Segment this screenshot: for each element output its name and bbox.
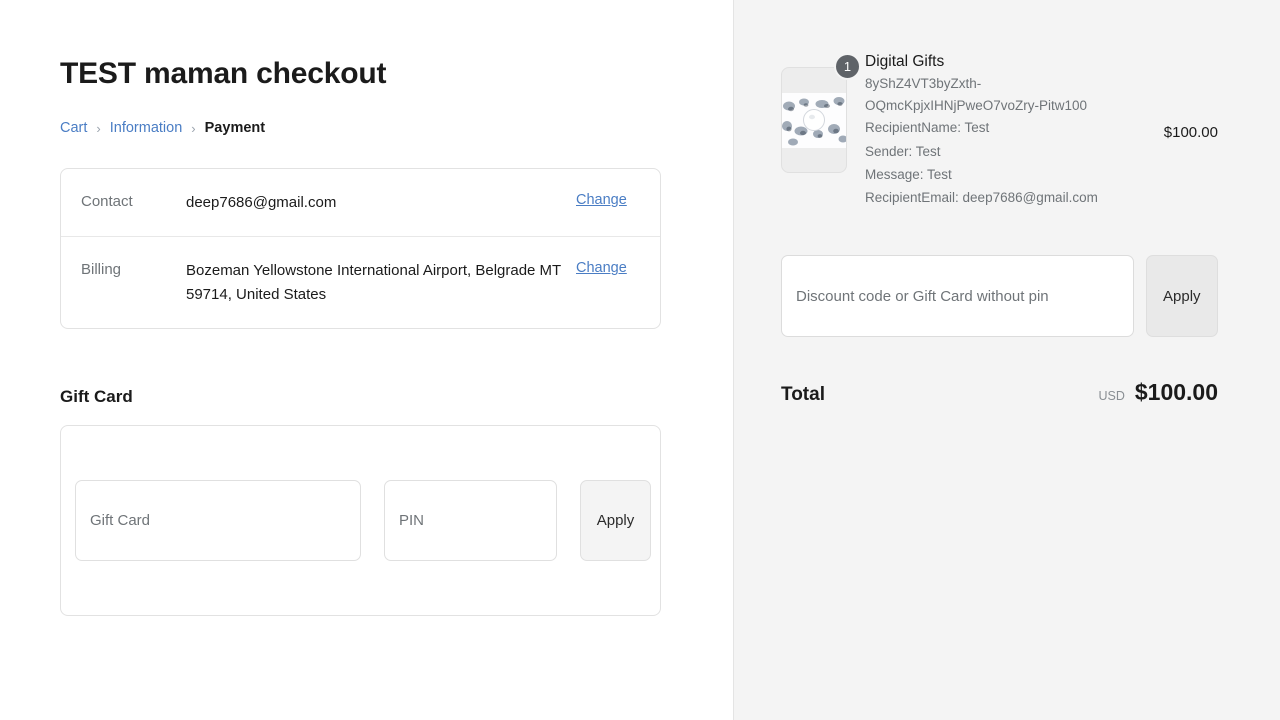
change-billing-link[interactable]: Change [566,260,627,276]
billing-row: Billing Bozeman Yellowstone Internationa… [61,236,660,328]
product-image [782,92,846,148]
product-thumbnail [781,67,847,173]
checkout-page: TEST maman checkout Cart › Information ›… [0,0,1280,720]
chevron-right-icon: › [96,120,101,136]
breadcrumb-item-payment: Payment [204,120,266,136]
gift-card-pin-placeholder: PIN [399,511,425,529]
order-info-card: Contact deep7686@gmail.com Change Billin… [60,168,661,329]
product-property-recipient-email: RecipientEmail: deep7686@gmail.com [865,190,1098,206]
change-contact-link[interactable]: Change [566,192,627,208]
contact-row: Contact deep7686@gmail.com Change [61,169,660,236]
total-label: Total [781,384,825,406]
chevron-right-icon: › [191,120,196,136]
gift-card-apply-button[interactable]: Apply [580,479,651,561]
discount-row: Discount code or Gift Card without pin A… [781,255,1218,338]
billing-value: Bozeman Yellowstone International Airpor… [186,262,561,303]
product-property-sender: Sender: Test [865,143,941,159]
total-currency: USD [1098,389,1125,404]
total-row: Total USD $100.00 [781,379,1218,406]
line-item-price: $100.00 [1163,124,1218,141]
breadcrumb-item-information[interactable]: Information [110,120,183,136]
discount-code-placeholder: Discount code or Gift Card without pin [796,287,1049,305]
gift-card-input[interactable]: Gift Card [75,479,361,561]
product-title: Digital Gifts [865,53,945,70]
contact-value: deep7686@gmail.com [186,194,337,211]
total-amount: $100.00 [1134,379,1218,406]
breadcrumb: Cart › Information › Payment [60,120,733,136]
line-item-details: Digital Gifts 8yShZ4VT3byZxth-OQmcKpjxIH… [847,48,1164,209]
discount-apply-button[interactable]: Apply [1145,255,1218,338]
product-image-circle [803,109,825,131]
product-property-recipient-name: RecipientName: Test [865,120,990,136]
gift-card-section-title: Gift Card [60,386,133,406]
quantity-badge: 1 [834,53,861,80]
product-variant: 8yShZ4VT3byZxth-OQmcKpjxIHNjPweO7voZry-P… [865,76,1088,113]
contact-label: Contact [81,193,133,210]
product-property-message: Message: Test [865,166,952,182]
discount-code-input[interactable]: Discount code or Gift Card without pin [781,255,1134,338]
gift-card-pin-input[interactable]: PIN [384,479,557,561]
breadcrumb-item-cart[interactable]: Cart [60,120,87,136]
gift-card-panel: Gift Card PIN Apply [60,424,661,616]
gift-card-input-placeholder: Gift Card [90,511,151,529]
page-title: TEST maman checkout [60,57,387,90]
checkout-main-column: TEST maman checkout Cart › Information ›… [0,0,733,720]
total-value-group: USD $100.00 [1098,379,1218,406]
billing-label: Billing [81,261,122,279]
order-summary-panel: 1 Digital Gifts 8yShZ4VT3byZxth-OQmcKpjx… [733,0,1280,720]
order-line-item: 1 Digital Gifts 8yShZ4VT3byZxth-OQmcKpjx… [781,48,1218,209]
product-thumbnail-wrap: 1 [781,53,861,173]
